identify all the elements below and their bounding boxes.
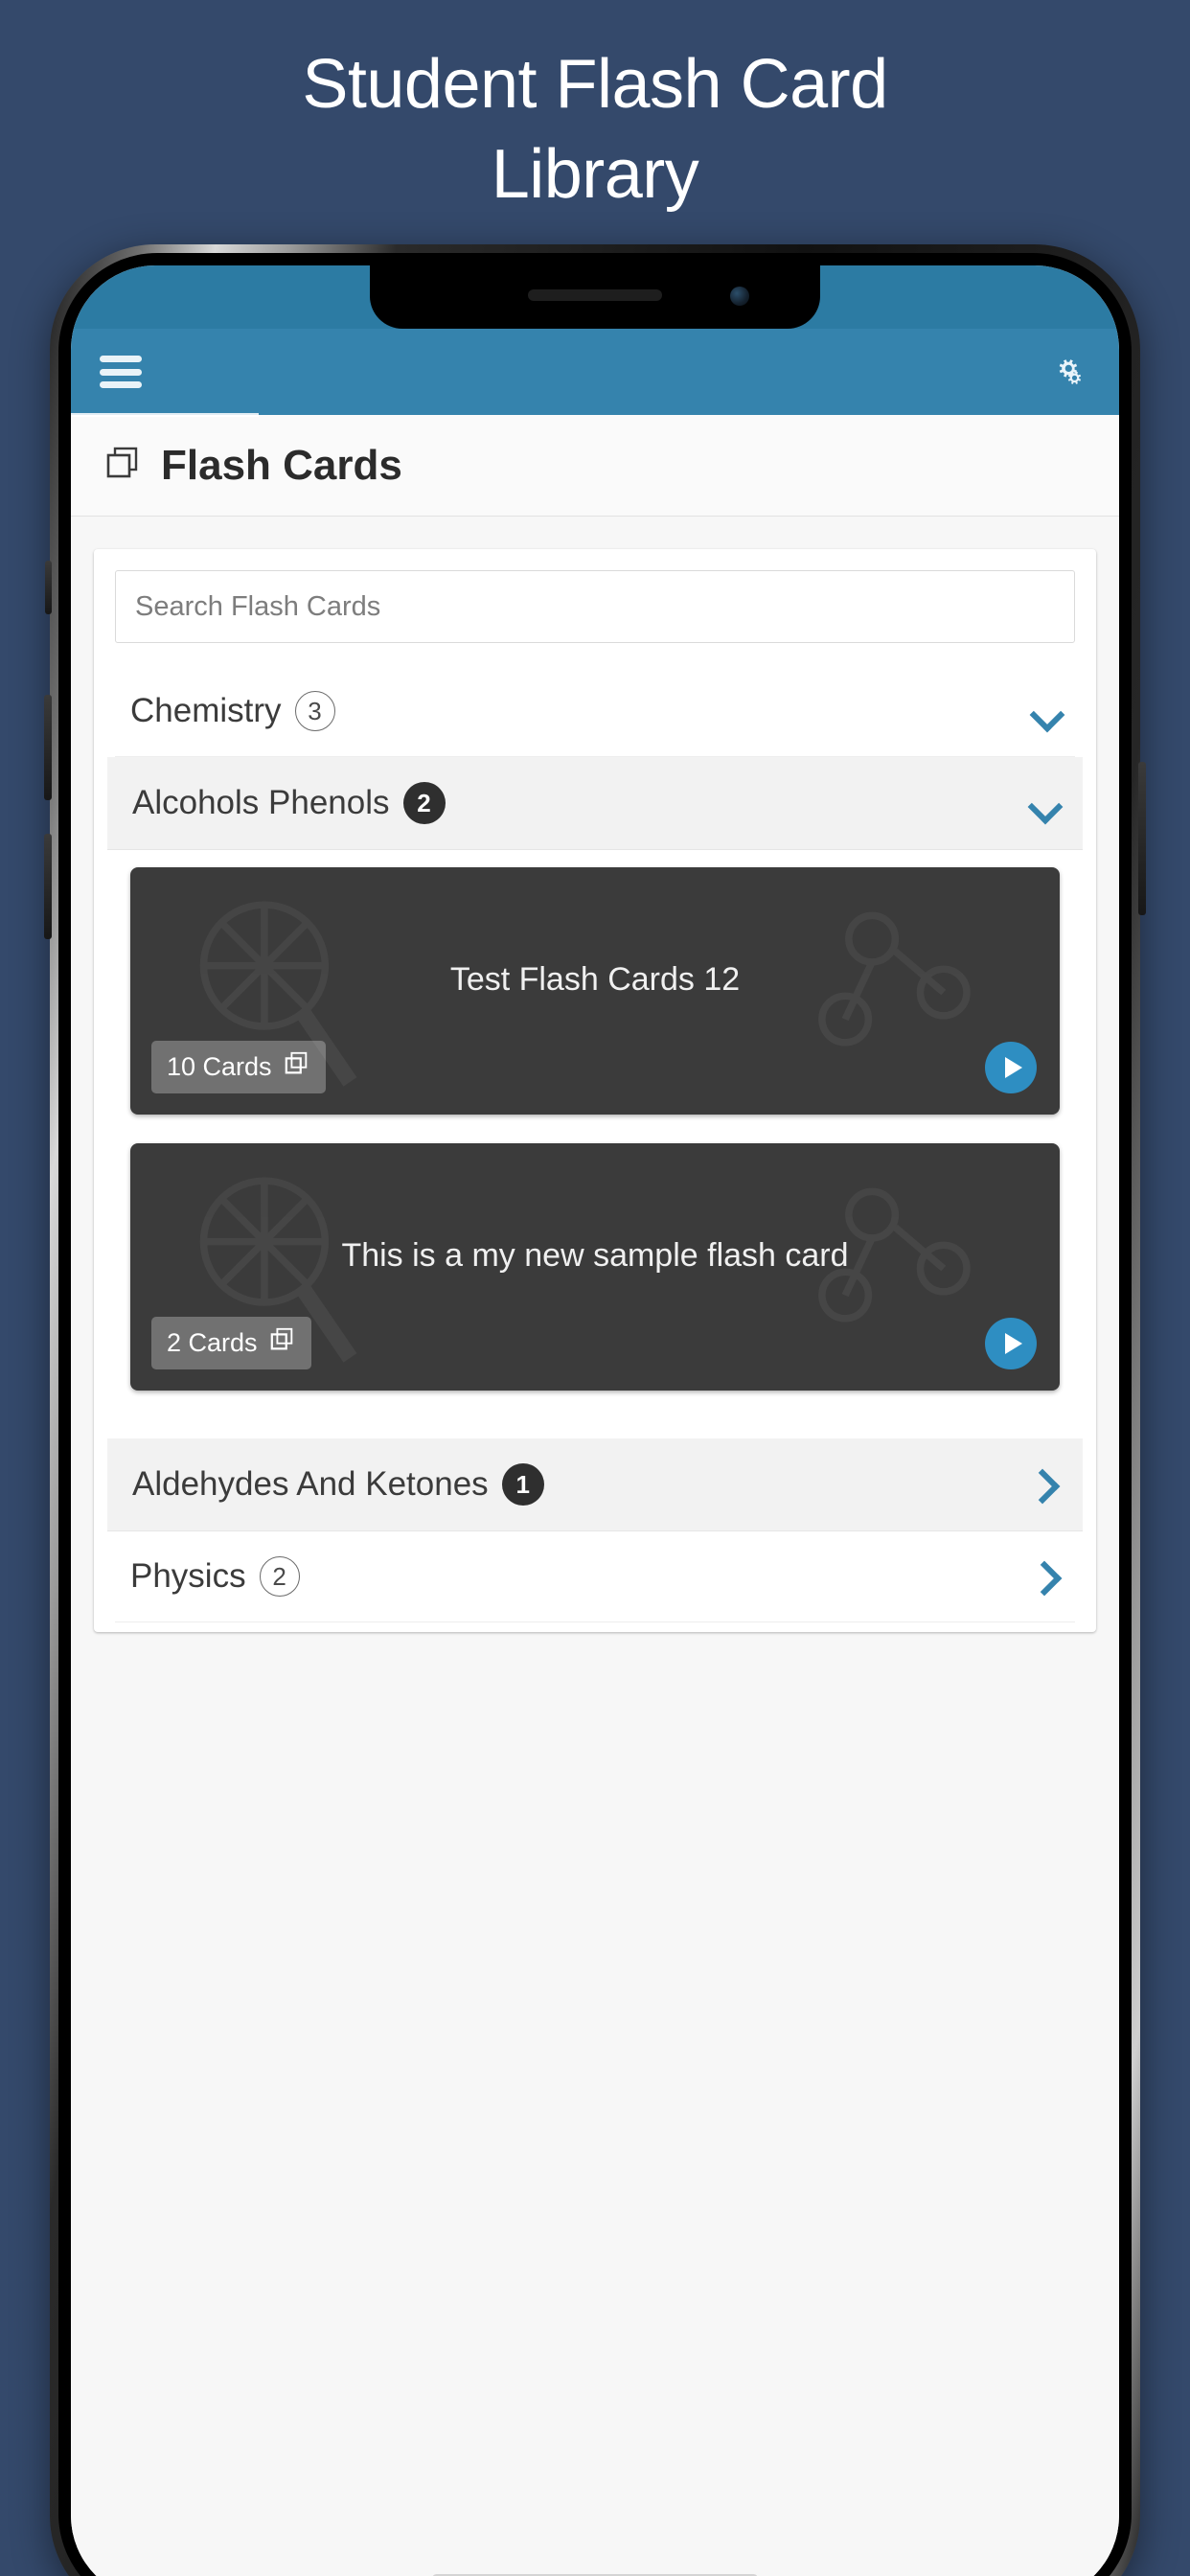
earpiece-speaker bbox=[528, 289, 662, 301]
content-area: Chemistry 3 Alcohols Phenols 2 bbox=[71, 517, 1119, 2576]
chevron-right-icon[interactable] bbox=[1029, 1468, 1062, 1501]
accordion-label: Physics 2 bbox=[130, 1556, 300, 1597]
hamburger-line-2 bbox=[100, 368, 142, 376]
page-title-flash-cards: Flash Cards bbox=[161, 441, 402, 489]
volume-down-button[interactable] bbox=[44, 834, 52, 939]
phone-notch bbox=[370, 265, 820, 329]
mute-switch[interactable] bbox=[45, 561, 52, 614]
flash-card-tile-title: Test Flash Cards 12 bbox=[449, 960, 741, 998]
page-title-line-2: Library bbox=[491, 136, 699, 213]
accordion-row-chemistry-count: 3 bbox=[294, 691, 335, 731]
page-title-line-1: Student Flash Card bbox=[302, 46, 888, 123]
page-title: Student Flash Card Library bbox=[0, 50, 1190, 209]
accordion-row-physics-label: Physics bbox=[130, 1557, 246, 1595]
flash-card-tile[interactable]: Test Flash Cards 12 10 Cards bbox=[130, 867, 1060, 1115]
chevron-down-icon[interactable] bbox=[1031, 695, 1064, 727]
accordion-row-aldehydes-and-ketones[interactable]: Aldehydes And Ketones 1 bbox=[107, 1438, 1083, 1531]
app-bar bbox=[71, 329, 1119, 415]
front-camera-icon bbox=[730, 287, 749, 306]
phone-screen: Flash Cards Chemistry 3 bbox=[71, 265, 1119, 2576]
accordion-row-aldehydes-and-ketones-label: Aldehydes And Ketones bbox=[132, 1465, 489, 1503]
layers-icon bbox=[284, 1050, 310, 1084]
accordion-row-alcohols-phenols[interactable]: Alcohols Phenols 2 bbox=[107, 757, 1083, 850]
accordion-row-physics-count: 2 bbox=[259, 1556, 300, 1597]
accordion-label: Chemistry 3 bbox=[130, 691, 335, 731]
phone-mockup: Flash Cards Chemistry 3 bbox=[44, 244, 1146, 2576]
accordion-label: Alcohols Phenols 2 bbox=[132, 782, 446, 824]
flash-card-tile[interactable]: This is a my new sample flash card 2 Car… bbox=[130, 1143, 1060, 1391]
accordion-row-alcohols-phenols-label: Alcohols Phenols bbox=[132, 784, 390, 821]
layers-icon bbox=[269, 1326, 296, 1360]
search-input[interactable] bbox=[115, 570, 1075, 643]
accordion-row-physics[interactable]: Physics 2 bbox=[115, 1531, 1075, 1622]
flash-card-count-badge: 2 Cards bbox=[151, 1317, 311, 1369]
category-accordion: Chemistry 3 Alcohols Phenols 2 Test Flas… bbox=[107, 666, 1083, 1622]
play-icon[interactable] bbox=[985, 1318, 1037, 1369]
chevron-right-icon[interactable] bbox=[1031, 1560, 1064, 1593]
flash-card-count-label: 2 Cards bbox=[167, 1328, 258, 1357]
chevron-down-icon[interactable] bbox=[1029, 787, 1062, 819]
flash-card-tile-list: Test Flash Cards 12 10 Cards This is a m… bbox=[115, 850, 1075, 1438]
flash-card-tile-title: This is a my new sample flash card bbox=[341, 1236, 849, 1274]
gear-icon[interactable] bbox=[1044, 349, 1090, 395]
flash-card-count-badge: 10 Cards bbox=[151, 1041, 326, 1093]
layers-icon bbox=[103, 443, 144, 488]
accordion-label: Aldehydes And Ketones 1 bbox=[132, 1463, 544, 1506]
flash-card-panel: Chemistry 3 Alcohols Phenols 2 bbox=[94, 549, 1096, 1632]
volume-up-button[interactable] bbox=[44, 695, 52, 800]
screen-title-bar: Flash Cards bbox=[71, 413, 1119, 517]
hamburger-line-3 bbox=[100, 381, 142, 388]
hamburger-line-1 bbox=[100, 356, 142, 362]
play-icon[interactable] bbox=[985, 1042, 1037, 1093]
accordion-row-chemistry[interactable]: Chemistry 3 bbox=[115, 666, 1075, 757]
power-button[interactable] bbox=[1138, 762, 1146, 915]
accordion-row-alcohols-phenols-count: 2 bbox=[402, 782, 446, 824]
flash-card-count-label: 10 Cards bbox=[167, 1052, 272, 1081]
hamburger-icon[interactable] bbox=[100, 356, 142, 388]
accordion-row-chemistry-label: Chemistry bbox=[130, 692, 282, 729]
accordion-row-aldehydes-and-ketones-count: 1 bbox=[501, 1463, 544, 1506]
